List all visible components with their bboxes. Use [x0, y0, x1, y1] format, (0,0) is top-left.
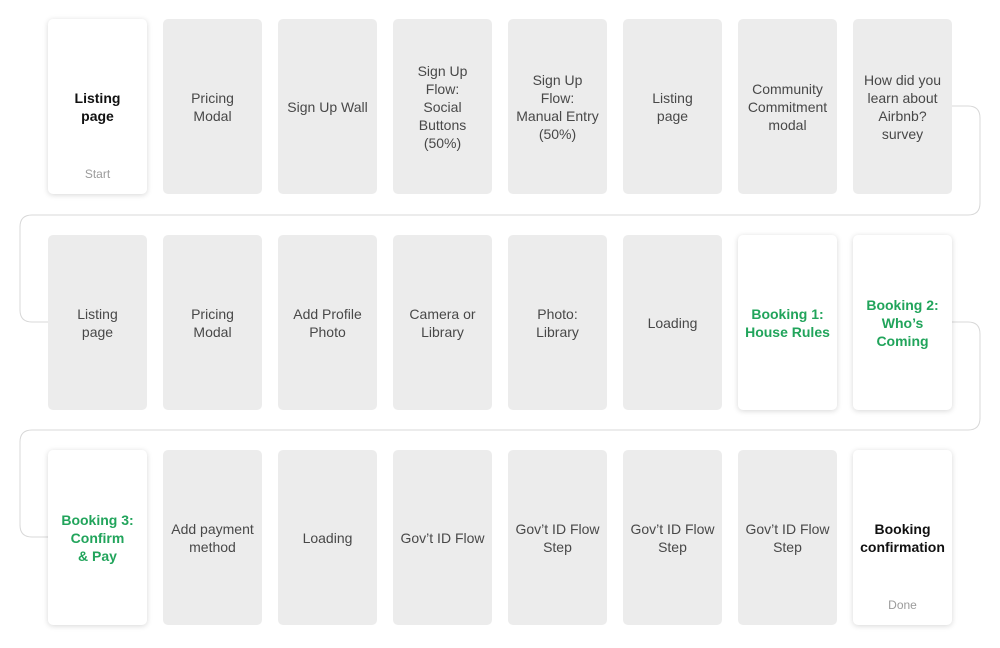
flow-step-label: Sign Up Flow: Manual Entry (50%) — [516, 71, 599, 142]
flow-step-card: Gov’t ID Flow — [393, 450, 492, 625]
flow-step-label: Pricing Modal — [191, 89, 234, 124]
flow-step-label: Camera or Library — [409, 305, 476, 340]
flow-step-label: Add payment method — [171, 520, 254, 555]
flow-step-card: Sign Up Flow: Manual Entry (50%) — [508, 19, 607, 194]
flow-row-3: Booking 3: Confirm & Pay Add payment meth… — [48, 450, 953, 625]
flow-step-label: Gov’t ID Flow Step — [630, 520, 715, 555]
flow-step-label: Sign Up Flow: Social Buttons (50%) — [417, 62, 468, 151]
flow-step-card: Booking 1: House Rules — [738, 235, 837, 410]
flow-step-sublabel: Done — [888, 598, 917, 612]
flow-step-sublabel: Start — [84, 167, 111, 181]
flow-step-card: Loading — [278, 450, 377, 625]
flow-step-card: Loading — [623, 235, 722, 410]
flow-step-card: Pricing Modal — [163, 235, 262, 410]
flow-step-card: Booking 3: Confirm & Pay — [48, 450, 147, 625]
flow-step-card: Photo: Library — [508, 235, 607, 410]
flow-step-label: Gov’t ID Flow Step — [515, 520, 600, 555]
flow-step-card: How did you learn about Airbnb? survey — [853, 19, 952, 194]
flow-step-card: Listing page Start — [48, 19, 147, 194]
flow-step-label: Booking 1: House Rules — [745, 305, 830, 340]
flow-step-card: Listing page — [623, 19, 722, 194]
flow-step-label: Sign Up Wall — [287, 98, 368, 115]
flow-step-card: Community Commitment modal — [738, 19, 837, 194]
flow-step-label: Gov’t ID Flow — [400, 529, 485, 546]
flow-step-label: Gov’t ID Flow Step — [745, 520, 830, 555]
flow-step-card: Sign Up Flow: Social Buttons (50%) — [393, 19, 492, 194]
flow-step-label: How did you learn about Airbnb? survey — [863, 71, 942, 142]
flow-row-1: Listing page Start Pricing Modal Sign Up Wa… — [48, 19, 953, 194]
flow-step-card: Pricing Modal — [163, 19, 262, 194]
flow-step-label: Booking 3: Confirm & Pay — [61, 511, 134, 564]
flow-step-card: Add payment method — [163, 450, 262, 625]
flow-step-card: Booking confirmation Done — [853, 450, 952, 625]
flow-step-card: Add Profile Photo — [278, 235, 377, 410]
flow-step-label: Booking 2: Who’s Coming — [866, 296, 939, 349]
flow-step-card: Gov’t ID Flow Step — [508, 450, 607, 625]
flow-step-label: Listing page — [652, 89, 693, 124]
flow-step-label: Pricing Modal — [191, 305, 234, 340]
flow-step-card: Gov’t ID Flow Step — [738, 450, 837, 625]
flow-step-label: Listing page — [77, 305, 118, 340]
flow-step-label: Loading — [302, 529, 353, 546]
flow-step-label: Loading — [647, 314, 698, 331]
flow-step-card: Sign Up Wall — [278, 19, 377, 194]
flow-step-card: Booking 2: Who’s Coming — [853, 235, 952, 410]
flow-step-card: Listing page — [48, 235, 147, 410]
flow-step-label: Booking confirmation — [860, 520, 945, 555]
flow-step-card: Gov’t ID Flow Step — [623, 450, 722, 625]
flow-step-label: Listing page — [74, 89, 121, 124]
flow-step-label: Community Commitment modal — [747, 80, 828, 133]
flow-step-card: Camera or Library — [393, 235, 492, 410]
flow-step-label: Add Profile Photo — [293, 305, 362, 340]
flow-step-label: Photo: Library — [536, 305, 579, 340]
flow-row-2: Listing page Pricing Modal Add Profile Pho… — [48, 235, 953, 410]
